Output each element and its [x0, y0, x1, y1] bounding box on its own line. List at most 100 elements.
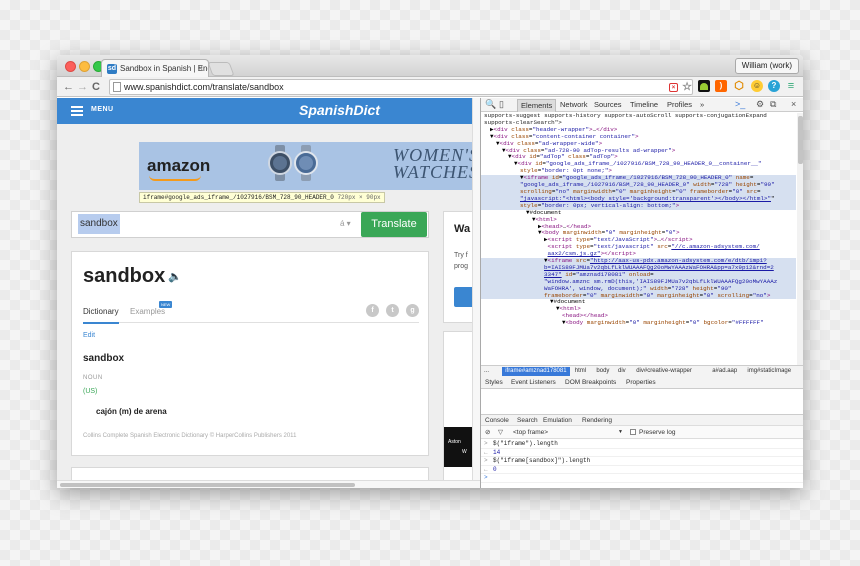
tab-profiles[interactable]: Profiles [667, 100, 692, 109]
tooltip-size: 720px × 90px [337, 194, 381, 201]
accent-dropdown[interactable]: á ▾ [340, 219, 351, 228]
back-arrow-icon[interactable]: ← [63, 80, 74, 94]
hamburger-menu-icon[interactable] [71, 106, 83, 116]
translation: cajón (m) de arena [96, 407, 167, 416]
dom-node-line[interactable]: ▼<html> [481, 305, 796, 313]
filter-icon[interactable]: ▽ [498, 428, 503, 436]
more-tabs-button[interactable]: » [700, 100, 704, 109]
speaker-icon[interactable]: 🔈 [168, 270, 182, 283]
blocked-popup-icon[interactable]: × [669, 83, 678, 92]
spanishdict-favicon-icon: sd [107, 64, 117, 74]
tab-dictionary[interactable]: Dictionary [83, 307, 119, 324]
tab-search[interactable]: Search [517, 417, 538, 424]
chevron-down-icon[interactable]: ▼ [618, 429, 623, 435]
close-window-button[interactable] [65, 61, 76, 72]
tab-dom-breakpoints[interactable]: DOM Breakpoints [565, 379, 616, 386]
clear-console-icon[interactable]: ⊘ [485, 428, 490, 436]
url-text: www.spanishdict.com/translate/sandbox [124, 82, 284, 92]
tab-sources[interactable]: Sources [594, 100, 622, 109]
reload-icon[interactable]: C [92, 80, 100, 94]
address-bar[interactable]: www.spanishdict.com/translate/sandbox [109, 79, 693, 95]
tab-emulation[interactable]: Emulation [543, 417, 572, 424]
dom-node-line[interactable]: <script type="text/javascript" src="//c.… [481, 243, 796, 251]
twitter-icon[interactable]: t [386, 304, 399, 317]
browser-tab[interactable]: sd Sandbox in Spanish | Engl × [101, 59, 209, 77]
console-line: ← 14 [481, 449, 803, 457]
device-mode-icon[interactable]: ▯ [499, 99, 504, 110]
breadcrumb-item[interactable]: iframe#amznad178081 [502, 367, 570, 376]
console-line: > [481, 474, 803, 483]
console-toolbar: ⊘ ▽ <top frame> ▼ Preserve log [481, 426, 803, 439]
profile-button[interactable]: William (work) [734, 58, 799, 74]
dock-side-icon[interactable]: ⧉ [770, 99, 776, 110]
amazon-banner-ad[interactable]: amazon WOMEN'S WATCHES [139, 142, 480, 190]
elements-tree[interactable]: supports-suggest supports-history suppor… [481, 113, 796, 365]
translate-button[interactable]: Translate [361, 212, 427, 237]
inspect-search-icon[interactable]: 🔍 [485, 99, 496, 110]
tab-event-listeners[interactable]: Event Listeners [511, 379, 556, 386]
entry-word: sandbox [83, 353, 125, 364]
puzzle-extension-icon[interactable]: ⬡ [733, 80, 745, 92]
tab-rendering[interactable]: Rendering [582, 417, 612, 424]
breadcrumb-item[interactable]: div [618, 368, 626, 374]
chrome-menu-icon[interactable]: ≡ [785, 80, 797, 92]
page-horizontal-scrollbar[interactable] [57, 480, 480, 488]
breadcrumb-item[interactable]: ... [484, 368, 489, 374]
ad-headline-line2: WATCHES [392, 162, 479, 182]
dom-node-line[interactable]: ▼#document [481, 209, 796, 217]
console-text: 0 [493, 465, 497, 473]
settings-gear-icon[interactable]: ⚙ [756, 99, 764, 110]
devtools-tab-bar: 🔍 ▯ Elements Network Sources Timeline Pr… [481, 98, 803, 112]
elements-scrollbar[interactable] [797, 113, 803, 365]
preserve-log-checkbox[interactable] [630, 429, 636, 435]
help-extension-icon[interactable]: ? [768, 80, 780, 92]
watch-image-icon [268, 145, 292, 181]
page-vertical-scrollbar[interactable] [472, 98, 480, 480]
console-text: $("iframe[sandbox]").length [493, 457, 591, 464]
tab-timeline[interactable]: Timeline [630, 100, 658, 109]
rss-icon[interactable]: ) [715, 80, 727, 92]
watch-image-icon [294, 145, 318, 181]
breadcrumb-item[interactable]: body [596, 368, 609, 374]
tab-network[interactable]: Network [560, 100, 588, 109]
new-tab-button[interactable] [207, 62, 235, 76]
dom-node-line[interactable]: frameborder="0" marginwidth="0" marginhe… [481, 292, 796, 300]
smiley-extension-icon[interactable]: ☺ [751, 80, 763, 92]
breadcrumb-item[interactable]: html [575, 368, 586, 374]
edit-link[interactable]: Edit [83, 332, 95, 339]
dom-node-line[interactable]: ▼<body marginwidth="0" marginheight="0" … [481, 319, 796, 327]
breadcrumb-item[interactable]: a#ad.aap [712, 368, 737, 374]
bookmark-star-icon[interactable]: ☆ [681, 81, 693, 93]
title-bar: sd Sandbox in Spanish | Engl × William (… [57, 55, 803, 77]
browser-window: sd Sandbox in Spanish | Engl × William (… [57, 55, 803, 488]
android-extension-icon[interactable] [698, 80, 710, 92]
facebook-icon[interactable]: f [366, 304, 379, 317]
dom-node-line[interactable]: ▼<html> [481, 216, 796, 224]
close-devtools-icon[interactable]: × [791, 99, 796, 109]
menu-label[interactable]: MENU [91, 106, 114, 113]
google-plus-icon[interactable]: g [406, 304, 419, 317]
breadcrumb-item[interactable]: img#staticImage [747, 368, 791, 374]
dom-node-line[interactable]: ▼#document [481, 299, 796, 306]
console-line: > $("iframe").length [481, 440, 803, 449]
console-text: $("iframe").length [493, 440, 558, 447]
console-output[interactable]: > $("iframe").length ← 14 > $("iframe[sandbox… [481, 440, 803, 488]
scrollbar-thumb[interactable] [60, 483, 355, 487]
minimize-window-button[interactable] [79, 61, 90, 72]
close-tab-icon[interactable]: × [198, 63, 203, 73]
browser-toolbar: ← → C www.spanishdict.com/translate/sand… [57, 77, 803, 97]
frame-select[interactable]: <top frame> [513, 429, 548, 436]
drawer-tab-bar: Console Search Emulation Rendering [481, 414, 803, 426]
tab-elements[interactable]: Elements [517, 99, 557, 112]
tab-examples[interactable]: Examples [130, 307, 165, 316]
tab-styles[interactable]: Styles [485, 379, 503, 386]
console-prompt-icon: > [484, 474, 488, 481]
breadcrumb-item[interactable]: div#creative-wrapper [636, 368, 692, 374]
forward-arrow-icon[interactable]: → [77, 80, 88, 94]
tab-console[interactable]: Console [485, 417, 509, 424]
page-icon [113, 82, 121, 92]
scrollbar-thumb[interactable] [798, 116, 803, 164]
console-drawer-icon[interactable]: >_ [735, 99, 745, 109]
site-logo[interactable]: SpanishDict [299, 102, 380, 118]
tab-properties[interactable]: Properties [626, 379, 656, 386]
